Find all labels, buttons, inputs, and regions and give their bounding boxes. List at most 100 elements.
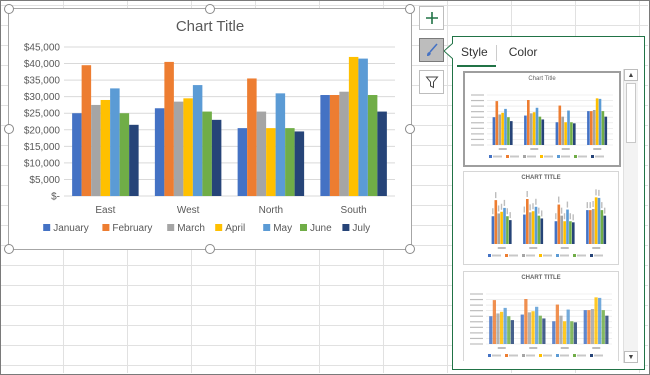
mini-legend-label [578, 155, 587, 158]
resize-handle-top-right[interactable] [405, 4, 415, 14]
mini-legend-swatch [488, 354, 491, 357]
scroll-up-button[interactable]: ▲ [624, 69, 638, 81]
mini-bar [509, 220, 512, 244]
resize-handle-top-center[interactable] [205, 4, 215, 14]
chart-elements-button[interactable] [419, 6, 444, 30]
mini-x-label [592, 247, 601, 249]
bar-west-april [183, 98, 193, 196]
scroll-down-button[interactable]: ▼ [624, 351, 638, 363]
style-thumbnail-1[interactable]: Chart Title [463, 71, 621, 167]
mini-bar [534, 206, 538, 244]
y-tick-label: $10,000 [24, 158, 61, 169]
resize-handle-bottom-left[interactable] [4, 244, 14, 254]
mini-data-label [598, 189, 600, 196]
tab-color[interactable]: Color [505, 43, 546, 65]
mini-legend-label [594, 354, 603, 357]
y-tick-label: $- [51, 192, 60, 203]
scroll-thumb[interactable] [626, 83, 636, 143]
legend-label: June [310, 223, 332, 234]
mini-bar [587, 111, 590, 145]
style-gallery: Chart Title CHART TITLE CHART TITLE [461, 71, 621, 361]
mini-bar [528, 212, 532, 244]
legend-swatch [263, 224, 271, 231]
resize-handle-bottom-right[interactable] [405, 244, 415, 254]
mini-legend-swatch [539, 254, 542, 257]
mini-legend-swatch [574, 155, 577, 158]
mini-bar [563, 221, 566, 244]
bar-west-march [173, 101, 184, 196]
legend-label: March [177, 223, 205, 234]
bar-south-july [377, 111, 387, 196]
mini-legend-swatch [573, 354, 576, 357]
mini-legend-label [493, 155, 502, 158]
mini-data-label [560, 207, 563, 214]
mini-legend-swatch [506, 155, 509, 158]
mini-bar [510, 320, 514, 344]
mini-data-label [509, 212, 511, 219]
mini-x-label [560, 347, 569, 349]
mini-bar [535, 107, 539, 145]
mini-bar [527, 312, 532, 344]
gallery-scrollbar[interactable]: ▲ ▼ [623, 69, 638, 363]
bar-north-june [285, 128, 295, 196]
resize-handle-bottom-center[interactable] [205, 244, 215, 254]
mini-bar [524, 115, 527, 145]
bar-east-march [91, 104, 101, 196]
mini-data-label [497, 205, 500, 212]
mini-bar [594, 297, 598, 344]
chart-styles-button[interactable] [419, 38, 444, 62]
mini-x-label [592, 347, 601, 349]
mini-legend-swatch [488, 254, 491, 257]
mini-bar [601, 310, 605, 344]
mini-x-label [560, 247, 569, 249]
mini-bar [527, 100, 530, 145]
tab-style[interactable]: Style [457, 43, 496, 67]
resize-handle-middle-right[interactable] [405, 124, 415, 134]
chart-filters-button[interactable] [419, 70, 444, 94]
mini-bar [495, 101, 499, 145]
mini-bar [494, 200, 498, 244]
mini-bar [504, 108, 507, 145]
plus-icon [425, 12, 438, 24]
mini-legend-swatch [523, 155, 526, 158]
style-thumbnail-3[interactable]: CHART TITLE [463, 271, 619, 361]
bar-south-april [348, 56, 359, 196]
legend-label: January [53, 223, 89, 234]
bar-north-january [237, 128, 248, 196]
mini-bar [604, 116, 608, 145]
mini-data-label [495, 192, 497, 199]
mini-bar [589, 210, 592, 244]
mini-legend-swatch [590, 354, 593, 357]
mini-bar [570, 321, 574, 344]
mini-data-label [589, 202, 591, 209]
mini-data-label [586, 202, 588, 209]
resize-handle-middle-left[interactable] [4, 124, 14, 134]
mini-bar [497, 213, 501, 244]
x-tick-label: North [259, 205, 283, 216]
y-tick-label: $15,000 [24, 142, 61, 153]
mini-data-label [604, 207, 606, 214]
mini-x-label [529, 347, 538, 349]
bar-north-february [247, 78, 257, 196]
mini-x-label [497, 247, 506, 249]
style-thumbnail-2[interactable]: CHART TITLE [463, 171, 619, 265]
mini-bar [540, 218, 544, 244]
mini-bar [529, 113, 533, 145]
thumbnail-title: CHART TITLE [521, 275, 561, 281]
mini-legend-label [510, 155, 519, 158]
resize-handle-top-left[interactable] [4, 4, 14, 14]
mini-data-label [529, 204, 531, 211]
mini-bar [566, 209, 569, 244]
bar-south-june [367, 95, 378, 196]
mini-legend-swatch [540, 155, 543, 158]
legend-swatch [215, 224, 223, 231]
mini-bar [535, 306, 539, 344]
mini-data-label [532, 203, 534, 210]
mini-bar [555, 304, 559, 344]
mini-bar [510, 121, 513, 145]
mini-data-label [566, 201, 569, 208]
mini-bar [507, 316, 511, 344]
chart-area[interactable]: Chart Title $- $5,000 $10,000 $15,000 $20,000… [8, 8, 412, 250]
mini-x-label [529, 247, 538, 249]
thumbnail-title: CHART TITLE [521, 175, 561, 181]
